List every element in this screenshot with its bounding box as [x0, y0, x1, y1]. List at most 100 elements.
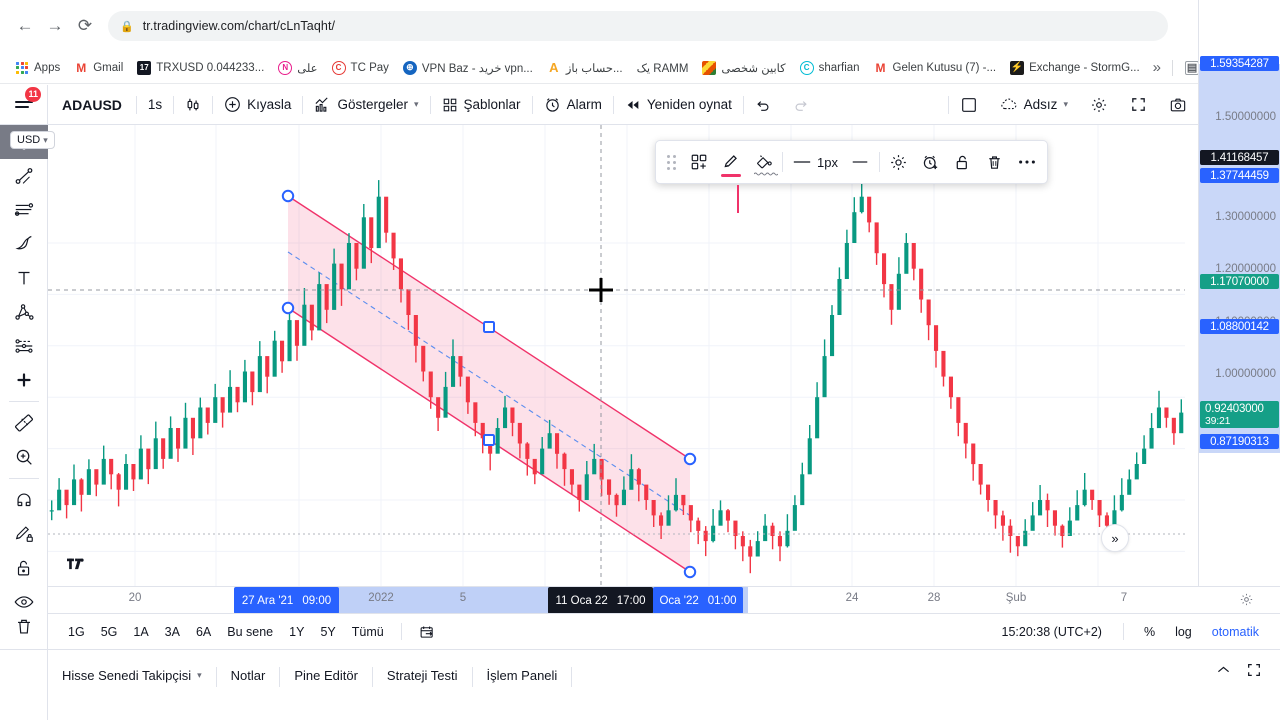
bottom-panel-tabs[interactable]: Hisse Senedi Takipçisi ▾ Notlar Pine Edi… — [48, 649, 1280, 720]
timeframe-bu-sene[interactable]: Bu sene — [219, 621, 281, 643]
percent-scale-button[interactable]: % — [1135, 621, 1164, 643]
add-template-button[interactable] — [683, 144, 715, 180]
bookmark-apps[interactable]: Apps — [8, 58, 67, 78]
date-range-button[interactable] — [411, 620, 444, 644]
timeframe-1a[interactable]: 1A — [125, 621, 156, 643]
bookmark-sharfian[interactable]: C sharfian — [793, 58, 867, 78]
grid-squares-icon — [442, 97, 458, 113]
bookmark-hesab[interactable]: A حساب باز... — [540, 58, 630, 78]
sidebar-item-remove-drawings-tool[interactable] — [0, 610, 48, 644]
time-axis[interactable]: 20 2022 5 24 28 Şub 7 27 Ara '21 09:00 11 Oca 22… — [48, 586, 1280, 614]
chart-toolbar: 11 ADAUSD 1s Kıyasla Göstergeler ▾ Şablo… — [0, 84, 1280, 125]
main-menu-button[interactable]: 11 — [0, 84, 48, 125]
reload-icon[interactable]: ⟳ — [70, 11, 100, 41]
chevron-double-right-icon[interactable]: » — [1147, 59, 1167, 76]
horizontal-rays-icon — [13, 199, 35, 221]
chevron-down-icon[interactable]: ▾ — [43, 135, 48, 146]
background-color-button[interactable] — [747, 144, 779, 180]
drawing-lock-button[interactable] — [947, 144, 979, 180]
chevron-double-right-icon: » — [1111, 530, 1119, 546]
sidebar-item-magnet-tool[interactable] — [0, 483, 48, 517]
sidebar-item-patterns-tool[interactable] — [0, 295, 48, 329]
bookmark-label: Exchange - StormG... — [1029, 61, 1140, 74]
sidebar-item-zoom-tool[interactable] — [0, 440, 48, 474]
chevron-down-icon[interactable]: ▾ — [1063, 99, 1068, 110]
tab-hisse-senedi-takipcisi[interactable]: Hisse Senedi Takipçisi ▾ — [48, 662, 216, 689]
timeframe-1y[interactable]: 1Y — [281, 621, 312, 643]
line-thickness-button[interactable]: 1px — [786, 144, 844, 180]
tab-pine-editor[interactable]: Pine Editör — [280, 662, 372, 689]
notification-badge[interactable]: 11 — [25, 86, 41, 102]
sidebar-item-measure-tool[interactable] — [0, 406, 48, 440]
bookmark-vpnbaz[interactable]: ⊕ VPN Baz - خرید vpn... — [396, 58, 540, 78]
interval-label: 1s — [147, 97, 163, 112]
interval-button[interactable]: 1s — [137, 85, 173, 125]
auto-scale-button[interactable]: otomatik — [1203, 621, 1268, 643]
bookmark-gelen-kutusu[interactable]: M Gelen Kutusu (7) -... — [867, 58, 1004, 78]
bookmark-trxusd[interactable]: 17 TRXUSD 0.044233... — [130, 58, 271, 78]
templates-button[interactable]: Şablonlar — [431, 85, 532, 125]
collapse-pane-button[interactable]: » — [1101, 524, 1129, 552]
undo-button[interactable] — [744, 85, 782, 125]
alert-button[interactable]: Alarm — [533, 85, 613, 125]
timeframe-tumu[interactable]: Tümü — [344, 621, 392, 643]
drawing-more-button[interactable] — [1011, 144, 1043, 180]
symbol-button[interactable]: ADAUSD — [48, 85, 136, 125]
storm-icon: ⚡ — [1010, 60, 1025, 75]
redo-button[interactable] — [782, 85, 820, 125]
layout-name-button[interactable]: Adsız ▾ — [989, 85, 1079, 125]
timeframe-1g[interactable]: 1G — [60, 621, 93, 643]
drawing-properties-toolbar[interactable]: 1px — [655, 140, 1048, 213]
fullscreen-button[interactable] — [1119, 85, 1158, 125]
sidebar-item-brush-tool[interactable] — [0, 227, 48, 261]
gear-icon — [1090, 96, 1108, 114]
sidebar-item-lock-drawings-tool[interactable] — [0, 551, 48, 585]
snapshot-button[interactable] — [1158, 85, 1198, 125]
bookmark-ramm[interactable]: یک RAMM — [630, 58, 696, 78]
layout-button[interactable] — [949, 85, 989, 125]
tab-islem-paneli[interactable]: İşlem Paneli — [473, 662, 572, 689]
collapse-panel-button[interactable] — [1215, 664, 1232, 676]
sidebar-item-text-tool[interactable] — [0, 261, 48, 295]
replay-button[interactable]: Yeniden oynat — [614, 85, 743, 125]
tradingview-logo[interactable] — [62, 551, 88, 577]
timeframe-6a[interactable]: 6A — [188, 621, 219, 643]
bookmark-gmail[interactable]: M Gmail — [67, 58, 130, 78]
indicators-button[interactable]: Göstergeler ▾ — [303, 85, 429, 125]
drag-dots-icon[interactable] — [660, 154, 683, 170]
price-scale[interactable]: 1.500000001.300000001.200000001.10000000… — [1198, 0, 1280, 628]
timeframe-5y[interactable]: 5Y — [312, 621, 343, 643]
bookmark-tcpay[interactable]: C TC Pay — [325, 58, 396, 78]
bookmark-ali[interactable]: N على — [271, 58, 324, 78]
log-scale-button[interactable]: log — [1166, 621, 1201, 643]
line-color-button[interactable] — [715, 144, 747, 180]
address-bar[interactable]: 🔒 tr.tradingview.com/chart/cLnTaqht/ — [108, 11, 1168, 41]
back-arrow-icon[interactable]: ← — [10, 11, 40, 41]
sidebar-item-drawing-mode-tool[interactable] — [0, 517, 48, 551]
drawing-settings-button[interactable] — [883, 144, 915, 180]
tab-notlar[interactable]: Notlar — [217, 662, 280, 689]
forward-arrow-icon[interactable]: → — [40, 11, 70, 41]
drawing-alert-button[interactable] — [915, 144, 947, 180]
chart-type-button[interactable] — [174, 85, 212, 125]
timeframe-3a[interactable]: 3A — [157, 621, 188, 643]
sidebar-item-trend-line-tool[interactable] — [0, 159, 48, 193]
sidebar-item-add-tool[interactable] — [0, 363, 48, 397]
timeframe-5g[interactable]: 5G — [93, 621, 126, 643]
sidebar-item-horizontal-lines-tool[interactable] — [0, 193, 48, 227]
sidebar-item-forecast-tool[interactable] — [0, 329, 48, 363]
timeframe-bar[interactable]: 1G 5G 1A 3A 6A Bu sene 1Y 5Y Tümü 15:20:… — [48, 613, 1280, 649]
bookmark-kabin[interactable]: کابین شخصی — [695, 58, 792, 78]
bookmark-exchange-stormgain[interactable]: ⚡ Exchange - StormG... — [1003, 58, 1147, 78]
chart-settings-button[interactable] — [1079, 85, 1119, 125]
expand-panel-button[interactable] — [1246, 662, 1262, 678]
time-axis-settings-button[interactable] — [1239, 592, 1254, 607]
chart-clock[interactable]: 15:20:38 (UTC+2) — [992, 621, 1112, 643]
chevron-down-icon[interactable]: ▾ — [197, 670, 202, 681]
tab-strateji-testi[interactable]: Strateji Testi — [373, 662, 472, 689]
chevron-down-icon[interactable]: ▾ — [414, 99, 419, 110]
compare-button[interactable]: Kıyasla — [213, 85, 302, 125]
drawing-delete-button[interactable] — [979, 144, 1011, 180]
line-style-button[interactable] — [844, 144, 876, 180]
currency-selector[interactable]: USD ▾ — [10, 131, 55, 149]
